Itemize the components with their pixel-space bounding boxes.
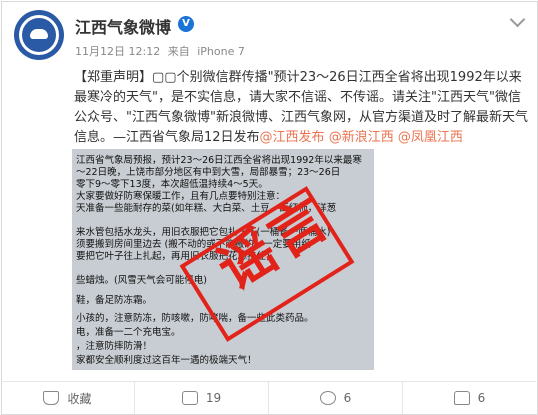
like-count: 6 bbox=[477, 391, 486, 405]
post-text: 【郑重声明】▢▢个别微信群传播"预计23～26日江西全省将出现1992年以来最寒… bbox=[74, 68, 528, 148]
post-time[interactable]: 11月12日 12:12 bbox=[75, 45, 160, 58]
comment-icon bbox=[319, 391, 336, 405]
author-name[interactable]: 江西气象微博 bbox=[75, 14, 171, 38]
thumbs-up-icon bbox=[453, 391, 470, 405]
favorite-icon bbox=[43, 391, 60, 405]
comment-count: 6 bbox=[343, 391, 352, 405]
image-text-line: 江西省气象局预报，预计23～26日江西全省将出现1992年以来最寒 bbox=[76, 155, 362, 166]
post-image[interactable]: 江西省气象局预报，预计23～26日江西全省将出现1992年以来最寒 ～22日晚，… bbox=[72, 149, 374, 370]
mention-fenghuang-jiangxi[interactable]: @凤凰江西 bbox=[398, 130, 463, 145]
post-source: iPhone 7 bbox=[197, 45, 245, 58]
favorite-button[interactable]: 收藏 bbox=[1, 382, 135, 414]
repost-count: 19 bbox=[205, 391, 222, 405]
image-text-line: 零下9～零下13度，本次超低温持续4～5天。 bbox=[76, 179, 268, 190]
post-meta: 11月12日 12:12 来自 iPhone 7 bbox=[75, 43, 249, 59]
post-source-prefix: 来自 bbox=[167, 45, 190, 58]
image-text-line: 小孩的，注意防冻，防咳嗽，防哮喘，备一些此类药品。 bbox=[76, 313, 314, 324]
emoji-icons: ▢▢ bbox=[152, 70, 177, 85]
image-text-line: 电，准备一二个充电宝。 bbox=[76, 327, 181, 338]
verified-badge-icon: V bbox=[178, 16, 194, 32]
mention-xinlang-jiangxi[interactable]: @新浪江西 bbox=[329, 130, 394, 145]
favorite-label: 收藏 bbox=[67, 391, 92, 406]
repost-button[interactable]: 19 bbox=[135, 382, 269, 414]
mention-jiangxi-fabu[interactable]: @江西发布 bbox=[260, 130, 325, 145]
image-text-line: ，注意防摔防滑！ bbox=[76, 341, 153, 352]
chevron-down-icon[interactable] bbox=[509, 11, 526, 28]
like-button[interactable]: 6 bbox=[403, 382, 536, 414]
image-text-line: 大家要做好防寒保暖工作，且有几点要特别注意： bbox=[76, 191, 286, 202]
image-text-line: 鞋，备足防冻霜。 bbox=[76, 295, 153, 306]
post-text-head: 【郑重声明】 bbox=[74, 70, 153, 85]
weather-logo-icon bbox=[19, 15, 59, 55]
image-text-line: 家都安全顺利度过这百年一遇的极端天气！ bbox=[76, 355, 257, 366]
repost-icon bbox=[181, 391, 198, 405]
action-bar: 收藏 19 6 6 bbox=[1, 381, 536, 414]
comment-button[interactable]: 6 bbox=[269, 382, 403, 414]
author-avatar[interactable] bbox=[14, 10, 64, 60]
